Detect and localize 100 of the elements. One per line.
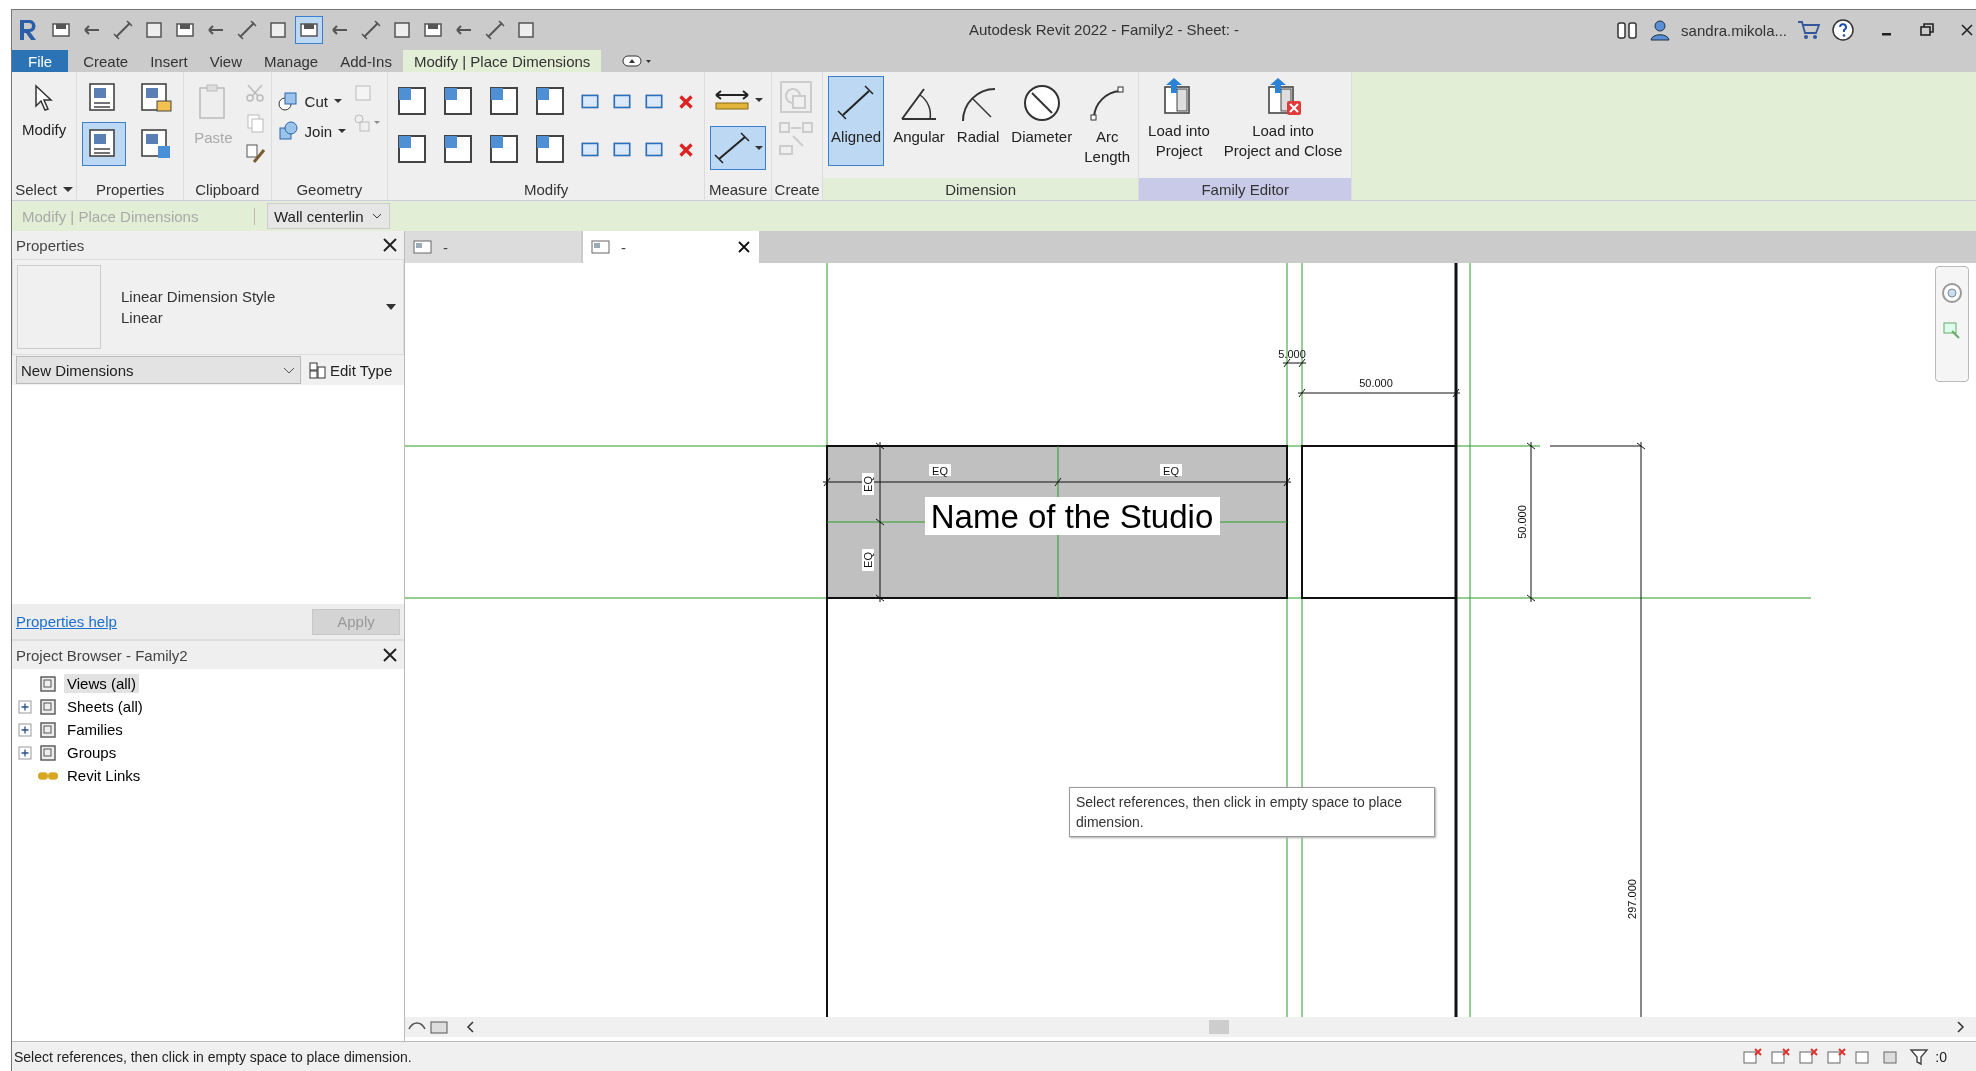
measure-tool-button[interactable] bbox=[710, 126, 767, 170]
window-icon bbox=[139, 81, 174, 115]
help-icon[interactable] bbox=[1831, 18, 1855, 42]
load-button[interactable]: Load into Project bbox=[1144, 76, 1214, 166]
geometry-tool-button[interactable]: Join bbox=[276, 120, 347, 142]
selection-option-icon[interactable] bbox=[1769, 1047, 1792, 1067]
folder-icon bbox=[38, 696, 58, 717]
edit-type-icon bbox=[309, 361, 326, 379]
expand-icon[interactable] bbox=[18, 745, 32, 760]
dimension-icon bbox=[713, 131, 752, 165]
dimension-text: 50.000 bbox=[1516, 505, 1528, 539]
ribbon-tab[interactable]: Insert bbox=[139, 50, 199, 72]
tool-icon bbox=[143, 19, 165, 41]
modify-button[interactable]: Modify bbox=[17, 76, 72, 166]
dimension-tool-button[interactable]: Diameter bbox=[1008, 76, 1076, 166]
type-family: Linear Dimension Style bbox=[121, 288, 277, 305]
geometry-tool-button[interactable]: Cut bbox=[276, 90, 347, 112]
edit-type-button[interactable]: Edit Type bbox=[309, 361, 393, 379]
dimension-text: EQ bbox=[862, 476, 874, 492]
drawing-canvas[interactable]: 5.000 50.000 EQ EQ EQ EQ 50.000 297.000 Name of the Studio Select references, then click in empty space to place dimension. bbox=[405, 263, 1976, 1017]
placement-dropdown[interactable]: Wall centerlin bbox=[267, 203, 391, 229]
scrollbar-thumb[interactable] bbox=[1209, 1020, 1229, 1034]
selection-option-icon[interactable] bbox=[1825, 1047, 1848, 1067]
text-note: Name of the Studio bbox=[925, 497, 1220, 535]
user-name[interactable]: sandra.mikola... bbox=[1681, 21, 1787, 39]
ribbon-tab[interactable]: File bbox=[12, 50, 69, 72]
type-name: Linear bbox=[121, 309, 164, 326]
dimension-text: EQ bbox=[862, 552, 874, 568]
dimension-tool-button[interactable]: Angular bbox=[890, 76, 948, 166]
view-tab-label: - bbox=[621, 238, 626, 256]
toolbar-button[interactable] bbox=[295, 16, 323, 44]
expand-icon[interactable] bbox=[18, 722, 32, 737]
view-tab-label: - bbox=[443, 238, 448, 256]
dimension-text: 5.000 bbox=[1278, 348, 1306, 360]
tree-item[interactable]: Families bbox=[64, 720, 126, 739]
tool-icon bbox=[112, 19, 134, 41]
tool-icon bbox=[515, 19, 537, 41]
binoculars-icon[interactable] bbox=[1615, 19, 1640, 41]
view-icon bbox=[38, 673, 58, 694]
expand-icon[interactable] bbox=[18, 699, 32, 714]
dimension-tool-button[interactable]: Radial bbox=[953, 76, 1003, 166]
chain-link-icon bbox=[38, 771, 58, 780]
shapes-icon bbox=[276, 90, 299, 112]
ribbon-toggle-icon[interactable] bbox=[621, 53, 654, 69]
tooltip: Select references, then click in empty space to place dimension. bbox=[1069, 787, 1435, 837]
help-link[interactable]: Properties help bbox=[16, 613, 117, 630]
close-icon[interactable] bbox=[382, 647, 398, 663]
ribbon-tab[interactable]: Add-Ins bbox=[329, 50, 403, 72]
folder-icon bbox=[38, 719, 58, 740]
sheet-icon bbox=[591, 239, 611, 255]
ribbon-tab[interactable]: Create bbox=[72, 50, 140, 72]
tree-item[interactable]: Revit Links bbox=[64, 766, 144, 785]
tool-icon bbox=[236, 19, 258, 41]
brush-icon[interactable] bbox=[243, 142, 266, 164]
dimension-line bbox=[1282, 358, 1307, 368]
panel-title: Properties bbox=[16, 236, 85, 254]
close-icon[interactable] bbox=[1959, 22, 1973, 38]
tool-icon bbox=[484, 19, 506, 41]
wheel-icon[interactable] bbox=[1940, 281, 1964, 305]
panel-title: Family Editor bbox=[1139, 178, 1352, 200]
dimension-text: EQ bbox=[1163, 465, 1179, 477]
view-control-icon[interactable] bbox=[407, 1019, 451, 1035]
cart-icon[interactable] bbox=[1797, 19, 1821, 41]
filter-count: :0 bbox=[1935, 1049, 1947, 1065]
close-icon[interactable] bbox=[737, 240, 751, 254]
sheet-icon bbox=[413, 239, 433, 255]
user-icon[interactable] bbox=[1649, 19, 1672, 41]
selection-option-icon[interactable] bbox=[1797, 1047, 1820, 1067]
ribbon-tab[interactable]: Manage bbox=[252, 50, 330, 72]
scroll-left-icon[interactable] bbox=[465, 1020, 475, 1034]
window-title: Autodesk Revit 2022 - Family2 - Sheet: - bbox=[969, 21, 1240, 38]
tool-icon bbox=[267, 19, 289, 41]
panel-title: Dimension bbox=[823, 178, 1139, 200]
dimension-tool-button[interactable]: Arc Length bbox=[1081, 76, 1134, 174]
type-selector[interactable]: Linear Dimension Style Linear bbox=[12, 259, 404, 355]
ribbon-tab[interactable]: View bbox=[198, 50, 253, 72]
instance-filter-dropdown[interactable]: New Dimensions bbox=[16, 356, 301, 384]
tool-icon bbox=[391, 19, 413, 41]
folder-icon bbox=[38, 742, 58, 763]
properties-tool-button[interactable] bbox=[82, 122, 127, 166]
shapes-icon bbox=[276, 120, 299, 142]
context-label: Modify | Place Dimensions bbox=[12, 207, 255, 225]
status-message: Select references, then click in empty space to place dimension. bbox=[14, 1049, 412, 1065]
close-icon[interactable] bbox=[382, 237, 398, 253]
tree-item[interactable]: Sheets (all) bbox=[64, 697, 146, 716]
chevron-icon bbox=[282, 365, 296, 375]
load-button[interactable]: Load into Project and Close bbox=[1219, 76, 1347, 166]
restore-icon[interactable] bbox=[1919, 22, 1935, 38]
view-tab[interactable]: - bbox=[583, 231, 759, 263]
filter-icon[interactable] bbox=[1909, 1047, 1930, 1067]
panel-title: Project Browser - Family2 bbox=[16, 646, 188, 664]
panel-title: Measure bbox=[707, 179, 769, 200]
panel-title: Geometry bbox=[295, 179, 364, 200]
scroll-right-icon[interactable] bbox=[1956, 1020, 1966, 1034]
dimension-tool-button[interactable]: Aligned bbox=[828, 76, 885, 166]
tree-item[interactable]: Groups bbox=[64, 743, 120, 762]
selection-option-icon[interactable] bbox=[1741, 1047, 1764, 1067]
tree-item[interactable]: Views (all) bbox=[64, 674, 139, 693]
view-tab[interactable]: - bbox=[405, 231, 581, 263]
ribbon-tab[interactable]: Modify | Place Dimensions bbox=[402, 50, 602, 72]
